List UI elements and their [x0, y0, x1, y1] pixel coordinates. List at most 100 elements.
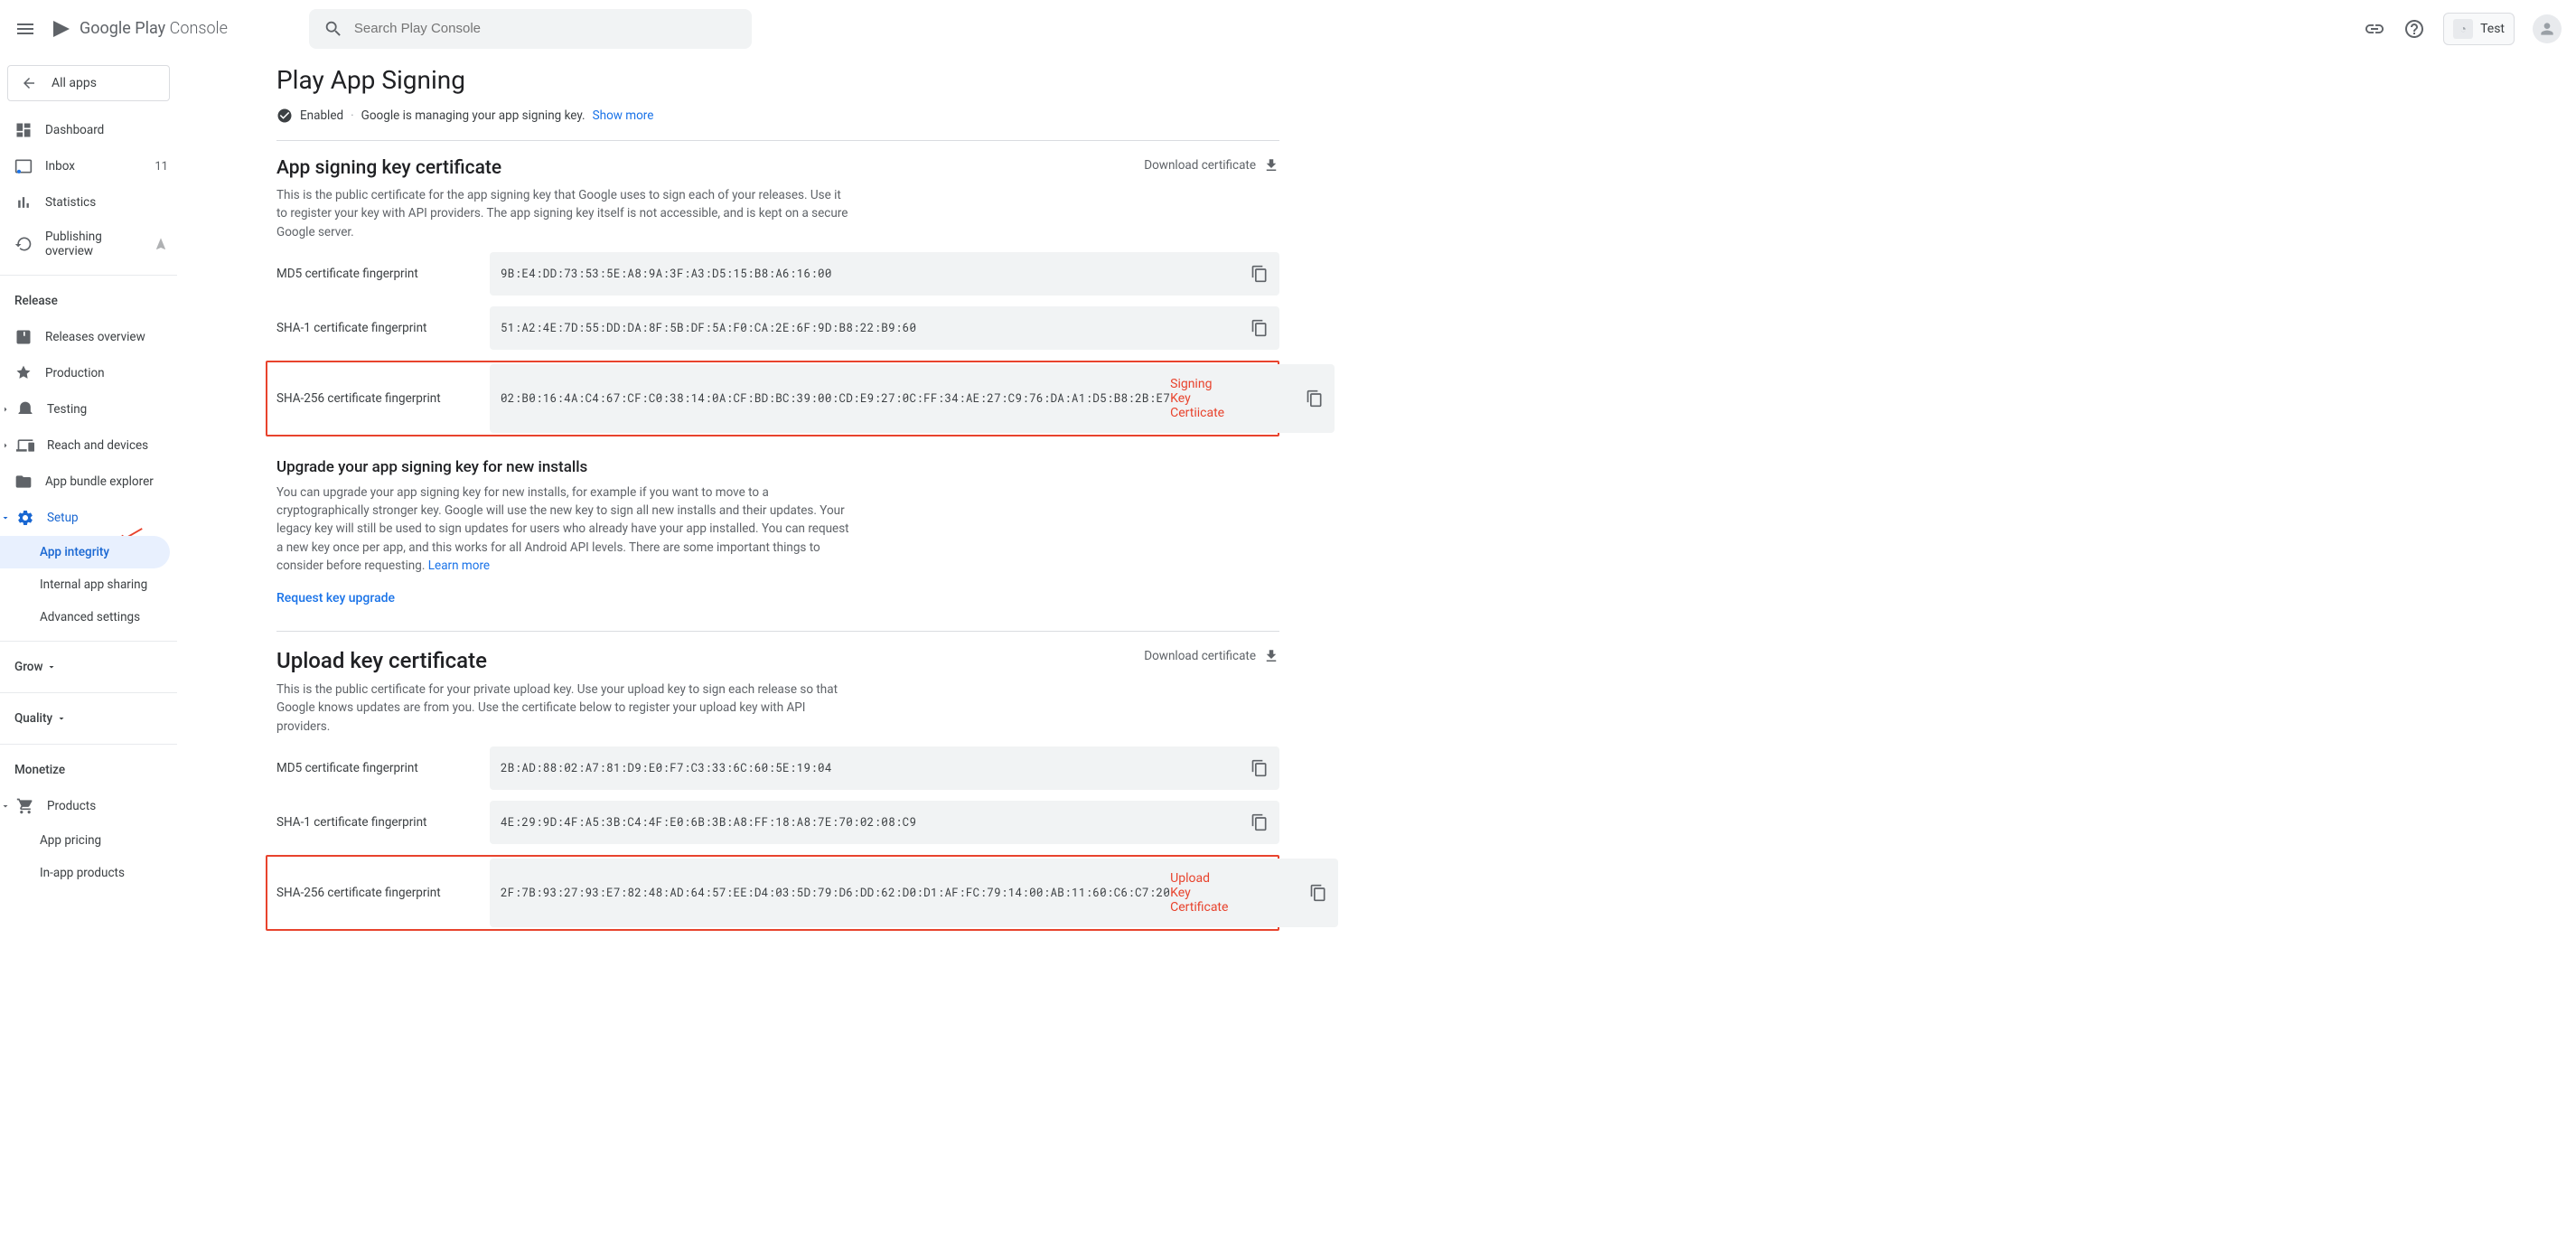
search-input[interactable]	[354, 21, 737, 36]
dashboard-icon	[14, 121, 33, 139]
status-row: Enabled · Google is managing your app si…	[276, 108, 1279, 141]
sidebar-item-app-integrity[interactable]: App integrity	[0, 536, 170, 568]
sidebar-label: App bundle explorer	[45, 474, 154, 489]
production-icon	[14, 364, 33, 382]
app-name: Test	[2480, 22, 2505, 36]
publishing-icon	[14, 235, 33, 253]
sidebar-label: Products	[47, 799, 96, 813]
sidebar-label: App pricing	[40, 833, 101, 848]
copy-icon[interactable]	[1306, 390, 1324, 408]
download-icon	[1263, 648, 1279, 664]
app-selector[interactable]: ◔ Test	[2443, 13, 2515, 45]
sidebar-item-testing[interactable]: Testing	[0, 391, 177, 427]
caret-right-icon	[0, 404, 11, 415]
download-icon	[1263, 157, 1279, 174]
bundle-icon	[14, 473, 33, 491]
sidebar-label: Setup	[47, 511, 79, 525]
fp-label: SHA-256 certificate fingerprint	[276, 391, 490, 406]
back-label: All apps	[52, 76, 97, 90]
sidebar-label: Production	[45, 366, 105, 380]
fp-value: 2F:7B:93:27:93:E7:82:48:AD:64:57:EE:D4:0…	[501, 886, 1170, 900]
sidebar-item-statistics[interactable]: Statistics	[0, 184, 177, 221]
sidebar-item-setup[interactable]: Setup	[0, 500, 177, 536]
hamburger-icon[interactable]	[14, 18, 36, 40]
sidebar-label: App integrity	[40, 545, 109, 559]
testing-icon	[16, 400, 34, 418]
sidebar-item-bundle-explorer[interactable]: App bundle explorer	[0, 464, 177, 500]
logo[interactable]: Google Play Console	[51, 18, 228, 40]
search-icon	[323, 19, 343, 39]
copy-icon[interactable]	[1251, 759, 1269, 777]
section-grow[interactable]: Grow	[0, 649, 177, 685]
sidebar-item-app-pricing[interactable]: App pricing	[0, 824, 177, 857]
fp-label: SHA-1 certificate fingerprint	[276, 321, 490, 335]
section-release: Release	[0, 283, 177, 319]
sidebar-label: Advanced settings	[40, 610, 140, 624]
devices-icon	[16, 436, 34, 455]
play-logo-icon	[51, 18, 72, 40]
gear-icon	[16, 509, 34, 527]
status-desc: Google is managing your app signing key.	[361, 108, 585, 123]
sidebar-label: Internal app sharing	[40, 577, 147, 592]
inbox-badge: 11	[155, 160, 168, 174]
sidebar-item-releases-overview[interactable]: Releases overview	[0, 319, 177, 355]
fp-label: SHA-1 certificate fingerprint	[276, 815, 490, 830]
sidebar-item-inapp-products[interactable]: In-app products	[0, 857, 177, 889]
sidebar-item-products[interactable]: Products	[0, 788, 177, 824]
arrow-left-icon	[21, 75, 37, 91]
signing-section-desc: This is the public certificate for the a…	[276, 186, 855, 241]
search-bar[interactable]	[309, 9, 752, 49]
sidebar-label: Releases overview	[45, 330, 145, 344]
back-all-apps[interactable]: All apps	[7, 65, 170, 101]
cart-icon	[16, 797, 34, 815]
sidebar-item-reach[interactable]: Reach and devices	[0, 427, 177, 464]
sidebar-item-publishing[interactable]: Publishing overview	[0, 221, 177, 268]
download-upload-cert[interactable]: Download certificate	[1144, 648, 1279, 664]
user-avatar[interactable]	[2533, 14, 2562, 43]
copy-icon[interactable]	[1251, 265, 1269, 283]
signing-section-title: App signing key certificate	[276, 157, 855, 179]
signing-md5-row: MD5 certificate fingerprint 9B:E4:DD:73:…	[276, 252, 1279, 296]
section-monetize: Monetize	[0, 752, 177, 788]
status-enabled: Enabled	[300, 108, 343, 123]
sidebar-item-inbox[interactable]: Inbox 11	[0, 148, 177, 184]
sidebar-item-dashboard[interactable]: Dashboard	[0, 112, 177, 148]
fp-label: MD5 certificate fingerprint	[276, 267, 490, 281]
sidebar: All apps Dashboard Inbox 11 Statistics P…	[0, 58, 177, 967]
fp-value: 51:A2:4E:7D:55:DD:DA:8F:5B:DF:5A:F0:CA:2…	[501, 321, 916, 335]
inbox-icon	[14, 157, 33, 175]
sidebar-item-advanced-settings[interactable]: Advanced settings	[0, 601, 177, 634]
request-upgrade-link[interactable]: Request key upgrade	[276, 591, 395, 605]
copy-icon[interactable]	[1251, 319, 1269, 337]
copy-icon[interactable]	[1251, 813, 1269, 831]
link-icon[interactable]	[2364, 18, 2385, 40]
check-circle-icon	[276, 108, 293, 124]
help-icon[interactable]	[2403, 18, 2425, 40]
copy-icon[interactable]	[1309, 884, 1327, 902]
chevron-down-icon	[46, 662, 57, 672]
show-more-link[interactable]: Show more	[593, 108, 654, 123]
caret-down-icon	[0, 512, 11, 523]
page-title: Play App Signing	[276, 65, 1279, 95]
section-quality[interactable]: Quality	[0, 700, 177, 737]
learn-more-link[interactable]: Learn more	[428, 558, 490, 573]
fp-value: 2B:AD:88:02:A7:81:D9:E0:F7:C3:33:6C:60:5…	[501, 761, 832, 775]
sidebar-item-internal-sharing[interactable]: Internal app sharing	[0, 568, 177, 601]
fp-label: MD5 certificate fingerprint	[276, 761, 490, 775]
signing-sha256-row: SHA-256 certificate fingerprint 02:B0:16…	[266, 361, 1279, 436]
sidebar-label: Publishing overview	[45, 230, 141, 258]
sidebar-item-production[interactable]: Production	[0, 355, 177, 391]
caret-down-icon	[0, 801, 11, 812]
upload-md5-row: MD5 certificate fingerprint 2B:AD:88:02:…	[276, 746, 1279, 790]
main-content: Play App Signing Enabled · Google is man…	[177, 58, 1352, 967]
signing-sha1-row: SHA-1 certificate fingerprint 51:A2:4E:7…	[276, 306, 1279, 350]
fp-value: 4E:29:9D:4F:A5:3B:C4:4F:E0:6B:3B:A8:FF:1…	[501, 815, 916, 830]
sidebar-label: Reach and devices	[47, 438, 148, 453]
upload-sha256-row: SHA-256 certificate fingerprint 2F:7B:93…	[266, 855, 1279, 931]
sidebar-label: Inbox	[45, 159, 75, 174]
upgrade-desc: You can upgrade your app signing key for…	[276, 483, 855, 575]
annotation-text: Signing Key Certiicate	[1170, 377, 1224, 420]
upload-section-title: Upload key certificate	[276, 648, 855, 673]
download-signing-cert[interactable]: Download certificate	[1144, 157, 1279, 174]
app-icon: ◔	[2453, 19, 2473, 39]
